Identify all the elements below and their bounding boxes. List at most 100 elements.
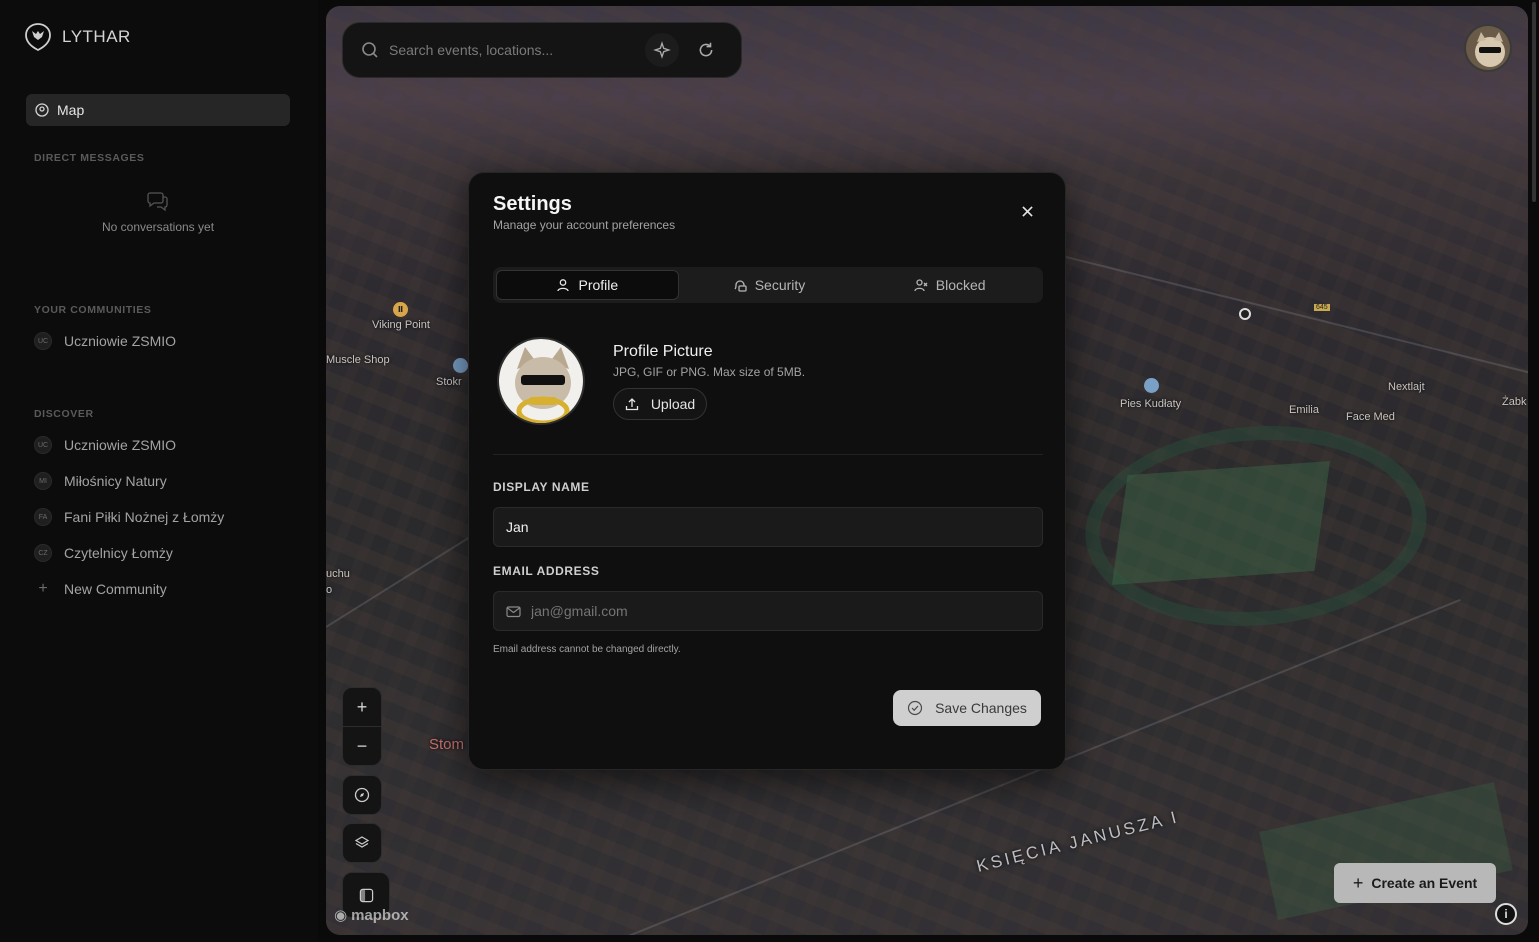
profile-picture-title: Profile Picture xyxy=(613,343,713,360)
community-name: Czytelnicy Łomży xyxy=(64,545,173,561)
mapbox-text: mapbox xyxy=(351,906,409,924)
sidebar: LYTHAR Map DIRECT MESSAGES No conversati… xyxy=(0,0,318,942)
page-scrollbar[interactable] xyxy=(1530,0,1538,942)
community-name: Miłośnicy Natury xyxy=(64,473,167,489)
discover-item[interactable]: FA Fani Piłki Nożnej z Łomży xyxy=(34,508,224,526)
sparkles-icon xyxy=(653,41,671,59)
profile-picture xyxy=(497,337,585,425)
stadium-field xyxy=(1111,461,1331,585)
layers-button[interactable] xyxy=(343,824,381,862)
tab-label: Security xyxy=(754,277,806,293)
panel-icon xyxy=(359,888,373,902)
community-badge: FA xyxy=(34,508,52,526)
create-event-label: Create an Event xyxy=(1371,875,1478,891)
save-changes-label: Save Changes xyxy=(935,700,1027,716)
close-icon xyxy=(1021,205,1033,217)
discover-item[interactable]: UC Uczniowie ZSMIO xyxy=(34,436,176,454)
refresh-icon xyxy=(699,42,713,57)
scrollbar-thumb[interactable] xyxy=(1532,2,1536,202)
wolf-logo-icon xyxy=(25,23,51,52)
restaurant-poi-icon[interactable]: Ⅱ xyxy=(393,302,408,317)
map-label: Muscle Shop xyxy=(326,354,390,366)
map-label: Face Med xyxy=(1346,411,1395,423)
layers-control xyxy=(342,823,382,863)
compass-icon xyxy=(354,787,370,803)
map-label: Viking Point xyxy=(372,319,430,331)
map-label: Emilia xyxy=(1289,404,1319,416)
dialog-subtitle: Manage your account preferences xyxy=(493,218,676,232)
map-label: Nextlajt xyxy=(1388,381,1425,393)
refresh-button[interactable] xyxy=(689,33,723,67)
plus-icon: + xyxy=(1352,872,1364,893)
community-item[interactable]: UC Uczniowie ZSMIO xyxy=(34,332,176,350)
search-input[interactable] xyxy=(389,42,635,58)
tab-blocked[interactable]: Blocked xyxy=(859,270,1040,300)
mapbox-attribution[interactable]: ◉ mapbox xyxy=(334,906,409,925)
user-avatar[interactable] xyxy=(1464,24,1512,72)
settings-dialog: Settings Manage your account preferences… xyxy=(468,172,1066,770)
user-icon xyxy=(557,279,570,292)
zoom-in-button[interactable]: + xyxy=(343,688,381,726)
chat-bubbles-icon xyxy=(147,192,168,212)
save-changes-button[interactable]: Save Changes xyxy=(893,690,1041,726)
upload-label: Upload xyxy=(650,396,696,412)
email-input xyxy=(531,603,1030,619)
app-name: LYTHAR xyxy=(62,27,131,46)
close-button[interactable] xyxy=(1017,201,1037,221)
tab-label: Blocked xyxy=(935,277,986,293)
your-communities-heading: YOUR COMMUNITIES xyxy=(34,304,152,316)
cat-with-sunglasses-avatar-icon xyxy=(499,339,583,423)
email-hint: Email address cannot be changed directly… xyxy=(493,644,681,655)
map-label: Pies Kudłaty xyxy=(1120,398,1182,410)
zoom-controls: + − xyxy=(342,687,382,766)
map-pin-icon xyxy=(35,103,49,117)
shop-poi-icon[interactable] xyxy=(453,358,468,373)
mapbox-logo-icon: ◉ xyxy=(334,907,348,924)
new-community-label: New Community xyxy=(64,581,167,597)
location-marker-icon[interactable] xyxy=(1239,308,1251,320)
display-name-field xyxy=(493,507,1043,547)
discover-heading: DISCOVER xyxy=(34,408,94,420)
pet-shop-poi-icon[interactable] xyxy=(1144,378,1159,393)
settings-tabs: Profile Security Blocked xyxy=(493,267,1043,303)
upload-button[interactable]: Upload xyxy=(613,388,707,420)
tab-security[interactable]: Security xyxy=(679,270,860,300)
tab-profile[interactable]: Profile xyxy=(496,270,679,300)
upload-icon xyxy=(625,398,638,411)
map-label: Stokr xyxy=(436,376,462,388)
display-name-input[interactable] xyxy=(506,519,1030,535)
user-blocked-icon xyxy=(914,279,928,292)
discover-item[interactable]: CZ Czytelnicy Łomży xyxy=(34,544,173,562)
layers-icon xyxy=(354,836,370,848)
discover-item[interactable]: MI Miłośnicy Natury xyxy=(34,472,167,490)
new-community-button[interactable]: + New Community xyxy=(34,580,167,598)
email-field xyxy=(493,591,1043,631)
compass-button[interactable] xyxy=(343,776,381,814)
zoom-out-button[interactable]: − xyxy=(343,727,381,765)
info-icon[interactable]: i xyxy=(1495,903,1517,925)
community-badge: UC xyxy=(34,436,52,454)
create-event-button[interactable]: + Create an Event xyxy=(1334,863,1496,903)
ai-search-button[interactable] xyxy=(645,33,679,67)
sidebar-item-label: Map xyxy=(57,102,85,118)
direct-messages-heading: DIRECT MESSAGES xyxy=(34,152,145,164)
fingerprint-lock-icon xyxy=(734,280,747,292)
community-name: Uczniowie ZSMIO xyxy=(64,333,177,349)
road xyxy=(1025,246,1528,374)
map-label: o xyxy=(326,584,333,596)
map-label: Żabk xyxy=(1502,396,1527,408)
map-label: Stom xyxy=(429,736,465,753)
compass-control xyxy=(342,775,382,815)
app-logo[interactable]: LYTHAR xyxy=(24,22,131,52)
search-icon xyxy=(362,42,378,58)
check-circle-icon xyxy=(907,700,923,716)
community-name: Fani Piłki Nożnej z Łomży xyxy=(64,509,225,525)
tab-label: Profile xyxy=(578,277,619,293)
search-bar xyxy=(342,22,742,78)
street-name: KSIĘCIA JANUSZA I xyxy=(974,807,1181,876)
community-badge: UC xyxy=(34,332,52,350)
sidebar-item-map[interactable]: Map xyxy=(26,94,290,126)
display-name-label: DISPLAY NAME xyxy=(493,480,590,494)
divider xyxy=(493,454,1043,455)
community-badge: MI xyxy=(34,472,52,490)
